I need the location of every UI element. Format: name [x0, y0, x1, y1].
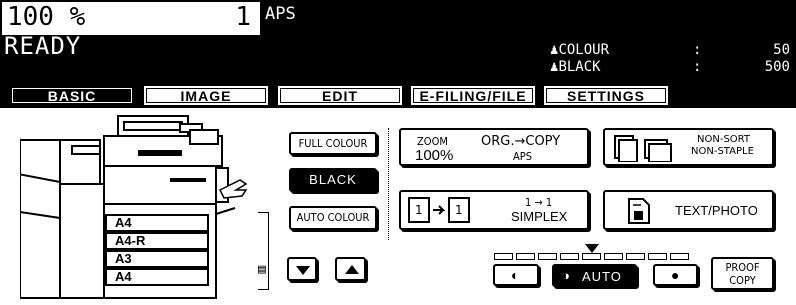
tray-bracket [258, 212, 269, 290]
copy-quantity: 1 [235, 2, 251, 32]
machine-state: READY [4, 32, 82, 60]
full-colour-button[interactable]: FULL COLOUR [289, 132, 377, 155]
divider [388, 128, 390, 240]
density-level-1 [494, 253, 513, 260]
proof-copy-line1: PROOF [725, 261, 760, 274]
darker-button[interactable]: ● [653, 264, 698, 286]
tab-basic[interactable]: BASIC [8, 84, 136, 105]
density-marker [585, 244, 599, 253]
density-level-9 [670, 253, 689, 260]
zoom-readout: 100 % [7, 2, 86, 32]
paper-tray-1[interactable]: A4 [105, 214, 209, 232]
triangle-down-icon [296, 266, 310, 275]
lighter-icon: ◐ [511, 267, 520, 283]
zoom-value: 100% [415, 147, 454, 164]
density-level-7-lower [637, 260, 649, 267]
paper-mode-readout: APS [265, 4, 296, 24]
density-auto-icon: ◑ [562, 268, 570, 283]
counter-colour-value: 50 [773, 42, 790, 58]
proof-copy-line2: COPY [729, 274, 756, 287]
density-level-2 [516, 253, 535, 260]
copy-count-box: 100 % 1 [2, 2, 260, 35]
triangle-up-icon [345, 265, 359, 274]
density-level-6 [604, 253, 623, 260]
paper-tray-2[interactable]: A4-R [105, 232, 209, 250]
svg-text:1: 1 [415, 203, 423, 217]
darker-icon: ● [671, 267, 680, 283]
density-level-3 [538, 253, 557, 260]
tray-up-button[interactable] [335, 257, 366, 281]
lighter-button[interactable]: ◐ [493, 264, 539, 286]
density-level-4 [560, 253, 579, 260]
density-level-5 [582, 253, 601, 260]
svg-text:1: 1 [455, 203, 463, 217]
simplex-icon: 1 1 [408, 197, 470, 223]
paper-tray-3[interactable]: A3 [105, 250, 209, 268]
proof-copy-button[interactable]: PROOF COPY [711, 257, 774, 290]
paper-tray-4[interactable]: A4 [105, 268, 209, 286]
tab-image[interactable]: IMAGE [142, 84, 270, 105]
list-icon: ▤ [258, 262, 266, 277]
tab-edit[interactable]: EDIT [276, 84, 404, 105]
counter-black-value: 500 [764, 59, 790, 75]
black-button[interactable]: BLACK [289, 168, 377, 192]
tray-down-button[interactable] [287, 257, 317, 281]
auto-density-label: AUTO [582, 269, 622, 284]
auto-density-button[interactable]: ◑ AUTO [552, 264, 637, 287]
density-level-7 [626, 253, 645, 260]
density-level-8 [648, 253, 667, 260]
auto-colour-button[interactable]: AUTO COLOUR [289, 206, 377, 230]
